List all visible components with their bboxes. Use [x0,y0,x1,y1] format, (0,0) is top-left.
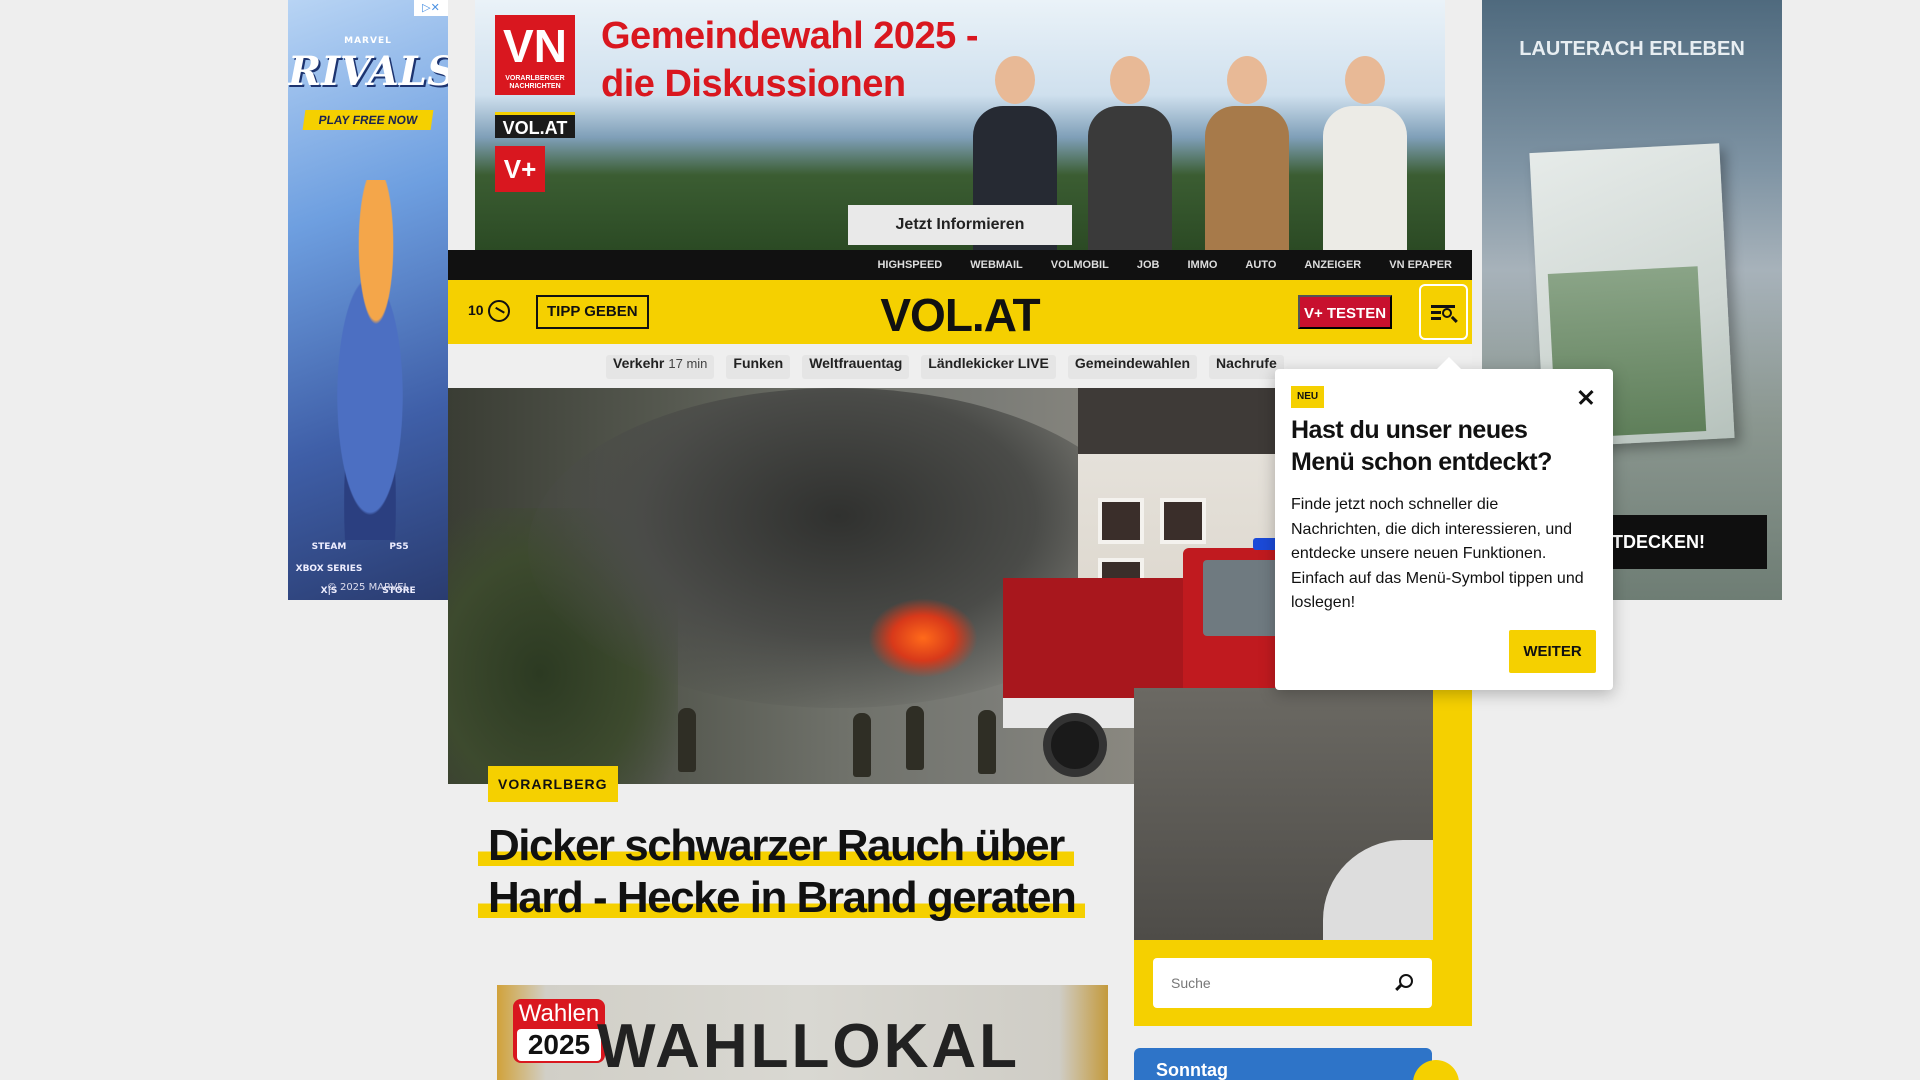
topic-gemeindewahlen[interactable]: Gemeindewahlen [1067,355,1198,379]
popup-title: Hast du unser neues Menü schon entdeckt? [1291,416,1552,476]
hero-image-continuation [1134,688,1433,940]
service-link-anzeiger[interactable]: ANZEIGER [1290,250,1375,280]
search-input[interactable] [1153,958,1393,1008]
service-link-webmail[interactable]: WEBMAIL [956,250,1037,280]
hero-firefighter [978,710,996,774]
ad-platform-steam: STEAM [311,542,347,552]
hero-firefighter [853,713,871,777]
left-skyscraper-ad[interactable]: ▷✕ MARVEL RIVALS PLAY FREE NOW STEAM PS5 X… [288,0,448,600]
main-header: 10 TIPP GEBEN VOL.AT V+ TESTEN [448,280,1472,344]
menu-line [1431,317,1441,320]
topic-label: Gemeindewahlen [1074,355,1191,371]
ad-person [1197,50,1297,250]
top-banner-ad[interactable]: VN VORARLBERGER NACHRICHTEN VOL.AT V+ Ge… [475,0,1445,250]
weiter-button[interactable]: WEITER [1509,630,1596,673]
service-link-immo[interactable]: IMMO [1173,250,1231,280]
topic-label: Funken [733,355,784,371]
service-link-vn-epaper[interactable]: VN EPAPER [1375,250,1466,280]
search-icon-handle [1451,315,1458,323]
popup-body: Finde jetzt noch schneller die Nachricht… [1291,496,1584,611]
vplus-testen-button[interactable]: V+ TESTEN [1298,295,1392,329]
vn-logo-letters: VN [503,20,567,72]
menu-search-button[interactable] [1421,286,1466,338]
ad-play-button[interactable]: PLAY FREE NOW [302,110,434,130]
wahlen-badge: Wahlen 2025 [513,999,605,1063]
topic-weltfrauentag[interactable]: Weltfrauentag [802,355,910,379]
menu-line [1431,305,1455,308]
topic-label: Nachrufe [1216,355,1277,371]
topic-label: Weltfrauentag [809,355,903,371]
ad-choices-icon[interactable]: ▷✕ [414,0,448,16]
service-link-highspeed[interactable]: HIGHSPEED [863,250,956,280]
topic-verkehr[interactable]: Verkehr 17 min [606,355,715,379]
hero-window [1098,498,1144,544]
ad-person [1315,50,1415,250]
new-menu-popup: NEU Hast du unser neues Menü schon entde… [1275,357,1613,690]
service-link-volmobil[interactable]: VOLMOBIL [1037,250,1123,280]
topic-meta: 17 min [668,356,708,371]
search-icon[interactable] [1399,974,1413,988]
close-icon[interactable] [1575,385,1599,409]
topic-label: Ländlekicker LIVE [928,355,1049,371]
weather-sonntag-box[interactable]: Sonntag [1134,1048,1432,1080]
article-category[interactable]: VORARLBERG [488,766,618,802]
headline-line-2: Hard - Hecke in Brand geraten [478,873,1086,922]
vn-logo: VN VORARLBERGER NACHRICHTEN [495,15,575,95]
sonntag-label: Sonntag [1156,1060,1228,1080]
vn-logo-subtitle: VORARLBERGER NACHRICHTEN [505,75,565,90]
weather-icon[interactable] [488,300,510,322]
volat-mini-logo: VOL.AT [495,112,575,138]
ad-brand-label: MARVEL [344,36,392,46]
topic-nachrufe[interactable]: Nachrufe [1209,355,1284,379]
ad-platform-ps5: PS5 [389,542,409,552]
weather-count[interactable]: 10 [468,302,484,318]
ad-person [1080,50,1180,250]
ad-platform-xbox: XBOX SERIES X|S [295,564,363,596]
hero-fire [868,598,978,678]
topic-funken[interactable]: Funken [726,355,791,379]
tipp-geben-button[interactable]: TIPP GEBEN [536,295,649,329]
hero-window [1160,498,1206,544]
ad-cta-button[interactable]: Jetzt Informieren [848,205,1072,245]
hero-firefighter [678,708,696,772]
search-box [1153,958,1432,1008]
service-navigation: HIGHSPEED WEBMAIL VOLMOBIL JOB IMMO AUTO… [448,250,1472,280]
headline-line-1: Dicker schwarzer Rauch über [478,821,1074,870]
menu-line [1431,311,1441,314]
wahlen-badge-label: Wahlen [518,1000,600,1027]
topic-label: Verkehr [613,355,665,371]
ad-headline: Gemeindewahl 2025 - die Diskussionen [601,15,979,105]
teaser-image[interactable]: Wahlen 2025 WAHLLOKAL [497,985,1108,1080]
popup-new-badge: NEU [1291,386,1325,408]
service-link-job[interactable]: JOB [1123,250,1174,280]
ad-character-illustration [310,180,430,540]
vplus-mini-logo: V+ [495,146,545,192]
wahllokal-sign-text: WAHLLOKAL [597,1012,1021,1080]
ad-right-title: LAUTERACH ERLEBEN [1519,38,1745,60]
article-headline[interactable]: Dicker schwarzer Rauch über Hard - Hecke… [478,820,1098,924]
ad-copyright: © 2025 MARVEL [326,582,410,593]
topic-laendlekicker-live[interactable]: Ländlekicker LIVE [921,355,1056,379]
service-link-auto[interactable]: AUTO [1231,250,1290,280]
ad-game-logo: RIVALS [288,48,448,95]
wahlen-badge-year: 2025 [517,1029,601,1061]
hero-firefighter [906,706,924,770]
